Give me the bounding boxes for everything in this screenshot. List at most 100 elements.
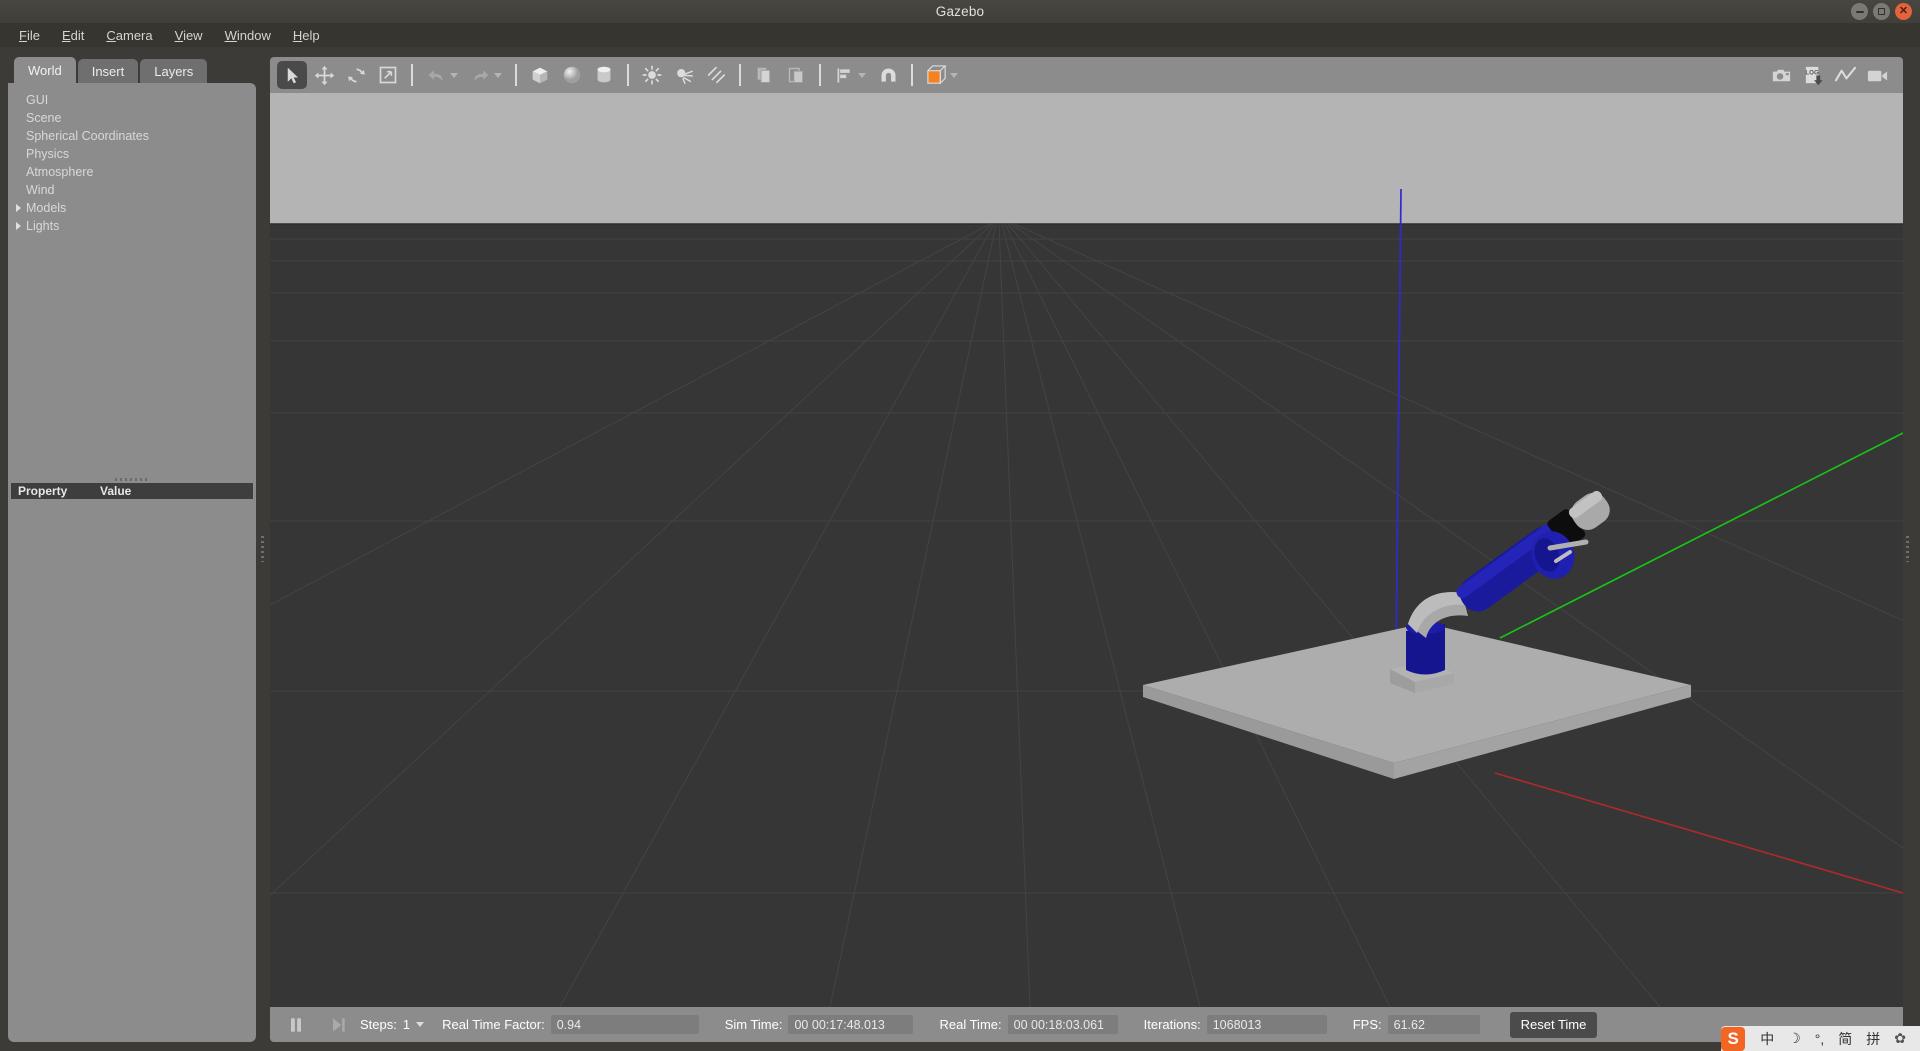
tree-item-wind[interactable]: Wind xyxy=(8,181,256,199)
real-time-factor-field: 0.94 xyxy=(550,1015,699,1034)
ime-toolbar: S 中 ☽ °, 简 拼 ✿ xyxy=(1721,1026,1920,1051)
menu-help[interactable]: Help xyxy=(282,26,331,45)
scene-svg xyxy=(270,93,1903,1007)
menu-camera[interactable]: Camera xyxy=(95,26,163,45)
align-caret-icon[interactable] xyxy=(858,72,866,78)
property-column-header: Property xyxy=(18,484,68,498)
align-button[interactable] xyxy=(829,61,859,89)
left-vertical-splitter[interactable] xyxy=(258,47,267,1051)
window-title: Gazebo xyxy=(935,4,985,19)
menu-file[interactable]: File xyxy=(8,26,51,45)
splitter-grip-icon xyxy=(261,536,264,562)
tab-world-label: World xyxy=(28,63,62,78)
splitter-grip-icon xyxy=(115,477,149,481)
splitter-grip-icon xyxy=(1906,536,1909,562)
undo-history-caret-icon[interactable] xyxy=(450,72,458,78)
ime-punctuation-icon[interactable]: °, xyxy=(1815,1031,1825,1047)
tree-item-physics-label: Physics xyxy=(26,147,70,161)
redo-history-caret-icon[interactable] xyxy=(494,72,502,78)
ime-moon-icon[interactable]: ☽ xyxy=(1788,1030,1801,1047)
render-toolbar: LOG xyxy=(270,57,1903,93)
chevron-right-icon[interactable] xyxy=(16,222,21,230)
toolbar-separator xyxy=(819,64,821,86)
select-mode-button[interactable] xyxy=(277,61,307,89)
menu-edit-label: dit xyxy=(70,27,85,43)
undo-button[interactable] xyxy=(421,61,451,89)
maximize-button[interactable] xyxy=(1873,3,1890,20)
menu-bar: File Edit Camera View Window Help xyxy=(0,23,1920,47)
paste-button[interactable] xyxy=(781,61,811,89)
paste-icon xyxy=(788,67,803,83)
insert-sphere-button[interactable] xyxy=(557,61,587,89)
close-icon: ✕ xyxy=(1898,5,1909,17)
chevron-right-icon[interactable] xyxy=(16,204,21,212)
redo-button[interactable] xyxy=(465,61,495,89)
camera-icon xyxy=(1772,69,1790,81)
tree-item-scene[interactable]: Scene xyxy=(8,109,256,127)
render-area-wrapper: LOG Steps: 1 Real Time Factor: 0.94 Sim … xyxy=(270,57,1903,1042)
toolbar-right-group: LOG xyxy=(1765,61,1903,89)
menu-file-label: ile xyxy=(26,27,40,43)
spot-light-button[interactable] xyxy=(669,61,699,89)
menu-view-label: iew xyxy=(183,27,203,43)
render-viewport[interactable] xyxy=(270,93,1903,1007)
toolbar-separator xyxy=(411,64,413,86)
right-vertical-splitter[interactable] xyxy=(1903,47,1912,1051)
spot-light-icon xyxy=(677,69,693,84)
minimize-button[interactable] xyxy=(1851,3,1868,20)
snap-button[interactable] xyxy=(873,61,903,89)
undo-arrow-icon xyxy=(428,69,443,81)
tree-item-atmosphere[interactable]: Atmosphere xyxy=(8,163,256,181)
steps-value[interactable]: 1 xyxy=(403,1017,410,1032)
view-mode-button[interactable] xyxy=(921,61,951,89)
pause-button[interactable] xyxy=(286,1015,306,1035)
close-button[interactable]: ✕ xyxy=(1895,3,1912,20)
menu-window[interactable]: Window xyxy=(214,26,282,45)
copy-button[interactable] xyxy=(749,61,779,89)
tree-item-gui[interactable]: GUI xyxy=(8,91,256,109)
log-record-button[interactable]: LOG xyxy=(1798,61,1828,89)
tree-item-wind-label: Wind xyxy=(26,183,55,197)
ime-gear-icon[interactable]: ✿ xyxy=(1894,1030,1906,1047)
video-record-button[interactable] xyxy=(1862,61,1892,89)
tree-item-lights[interactable]: Lights xyxy=(8,217,256,235)
ime-simplified-icon[interactable]: 简 xyxy=(1838,1029,1852,1049)
directional-light-button[interactable] xyxy=(701,61,731,89)
tree-item-spherical-coordinates[interactable]: Spherical Coordinates xyxy=(8,127,256,145)
pause-icon xyxy=(291,1017,301,1032)
toolbar-separator xyxy=(911,64,913,86)
plot-button[interactable] xyxy=(1830,61,1860,89)
tree-item-models-label: Models xyxy=(26,201,67,215)
toolbar-separator xyxy=(515,64,517,86)
step-button[interactable] xyxy=(328,1015,348,1035)
menu-view[interactable]: View xyxy=(164,26,214,45)
reset-time-button[interactable]: Reset Time xyxy=(1509,1011,1598,1038)
insert-box-button[interactable] xyxy=(525,61,555,89)
left-panel: World Insert Layers GUI Scene Spherical … xyxy=(8,57,256,1042)
tree-item-models[interactable]: Models xyxy=(8,199,256,217)
tab-insert-label: Insert xyxy=(91,64,125,79)
ime-language-toggle[interactable]: 中 xyxy=(1760,1029,1774,1049)
sogou-logo-icon[interactable]: S xyxy=(1721,1026,1746,1051)
steps-dropdown-caret-icon[interactable] xyxy=(416,1022,425,1027)
scale-icon xyxy=(379,66,397,84)
tab-world[interactable]: World xyxy=(14,57,76,84)
tree-item-physics[interactable]: Physics xyxy=(8,145,256,163)
screenshot-button[interactable] xyxy=(1766,61,1796,89)
menu-edit[interactable]: Edit xyxy=(51,26,95,45)
world-tree: GUI Scene Spherical Coordinates Physics … xyxy=(8,83,256,235)
ime-pinyin-icon[interactable]: 拼 xyxy=(1866,1029,1880,1049)
translate-mode-button[interactable] xyxy=(309,61,339,89)
point-light-button[interactable] xyxy=(637,61,667,89)
point-light-icon xyxy=(642,65,662,85)
insert-cylinder-button[interactable] xyxy=(589,61,619,89)
scale-mode-button[interactable] xyxy=(373,61,403,89)
iterations-field: 1068013 xyxy=(1206,1015,1327,1034)
rotate-mode-button[interactable] xyxy=(341,61,371,89)
tab-insert[interactable]: Insert xyxy=(77,59,139,84)
align-icon xyxy=(837,68,850,82)
tab-layers[interactable]: Layers xyxy=(140,59,208,84)
view-mode-caret-icon[interactable] xyxy=(950,72,958,78)
step-forward-icon xyxy=(333,1017,345,1032)
real-time-field: 00 00:18:03.061 xyxy=(1007,1015,1118,1034)
